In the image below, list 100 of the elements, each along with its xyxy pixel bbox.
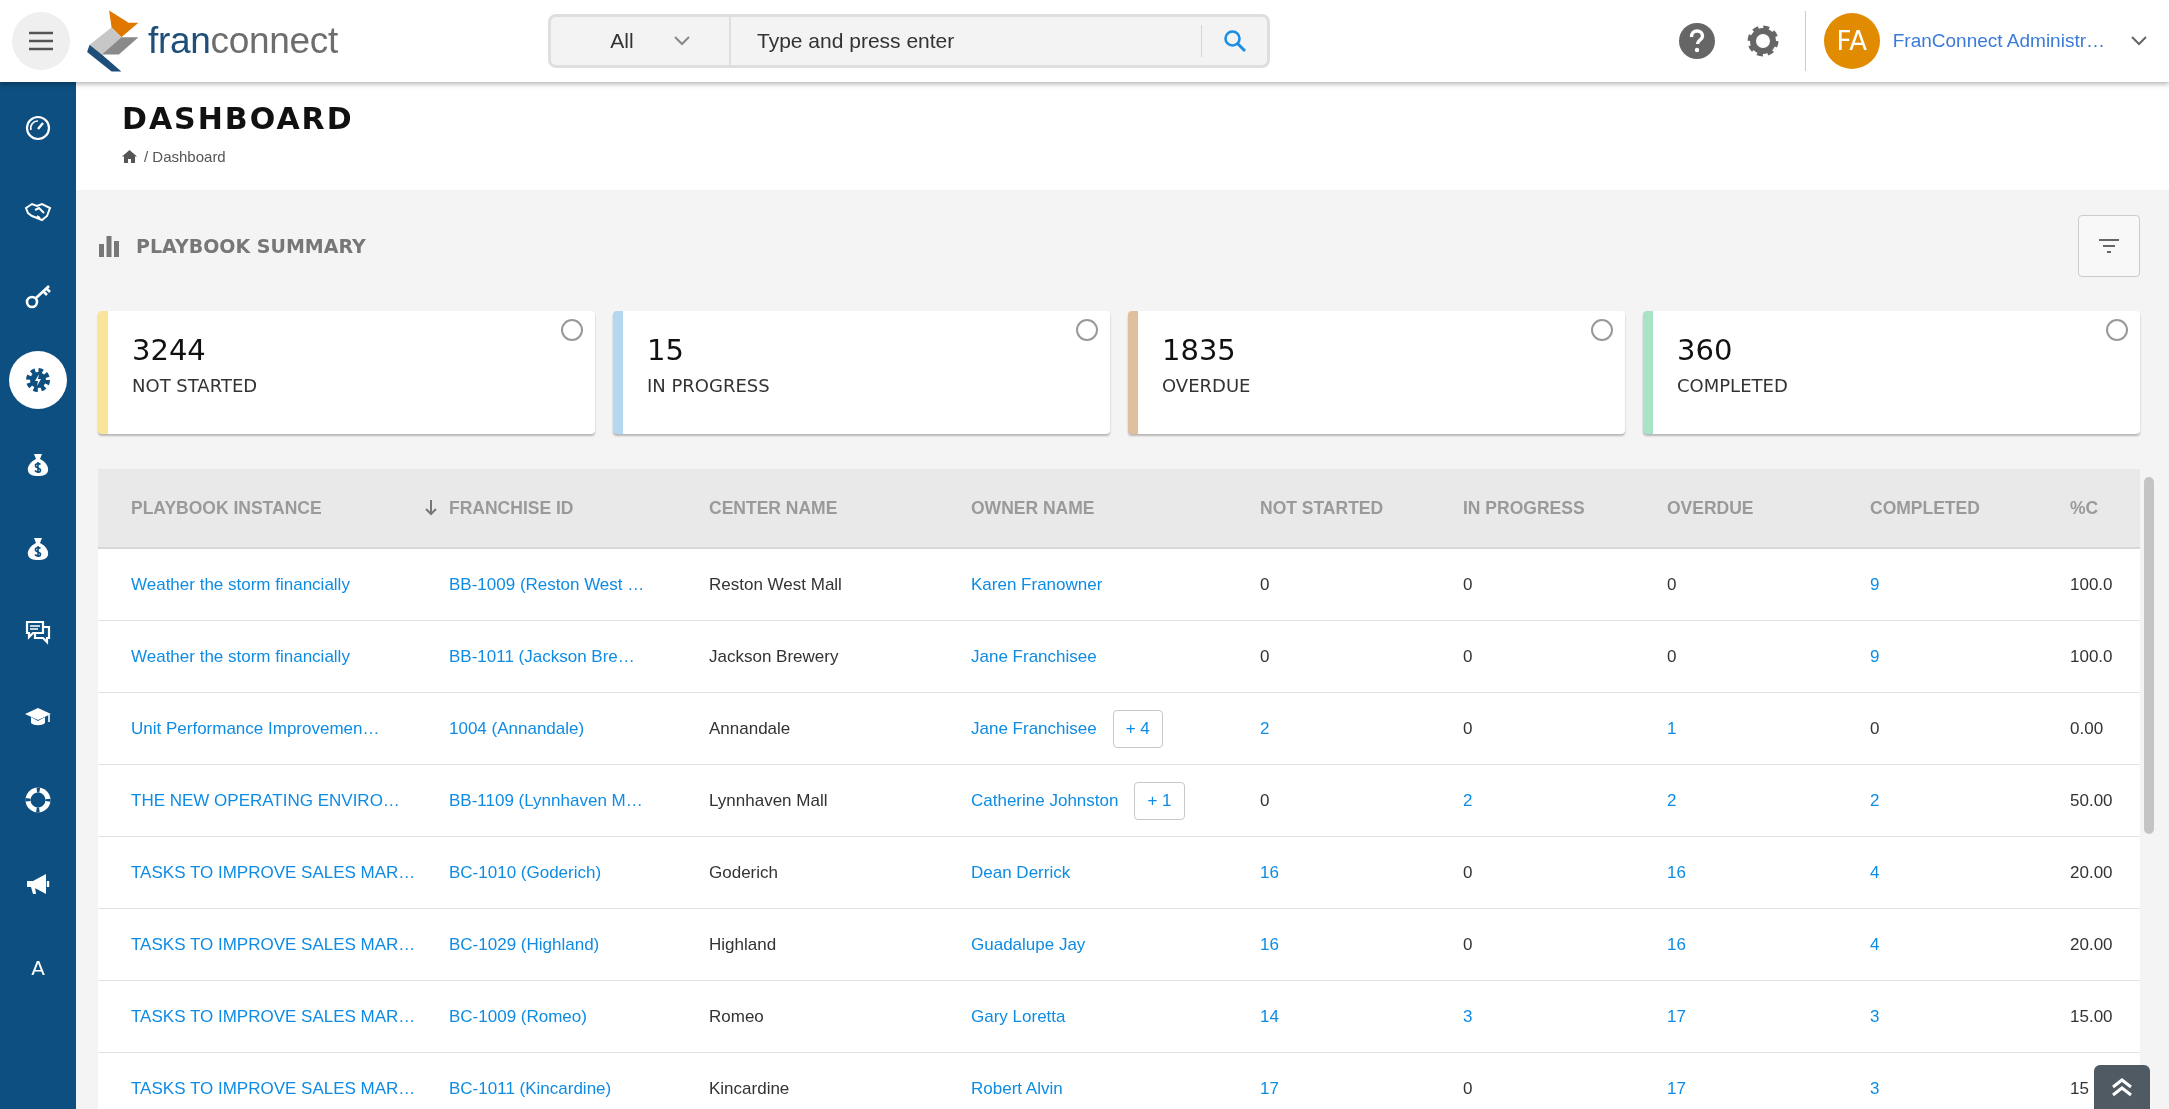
column-header[interactable]: FRANCHISE ID [449, 497, 574, 519]
count-link[interactable]: 16 [1667, 934, 1686, 954]
table-cell: Kincardine [709, 1078, 790, 1098]
more-owners-button[interactable]: + 1 [1134, 781, 1185, 820]
summary-card[interactable]: 3244 NOT STARTED [98, 311, 595, 434]
owner-link[interactable]: Gary Loretta [971, 1006, 1066, 1027]
column-header[interactable]: OVERDUE [1667, 497, 1754, 519]
count-link[interactable]: 2 [1667, 790, 1677, 810]
playbook-link[interactable]: TASKS TO IMPROVE SALES MAR… [131, 1078, 416, 1098]
count-link[interactable]: 17 [1667, 1006, 1686, 1026]
table-cell: 0 [1667, 646, 1677, 666]
count-link[interactable]: 14 [1260, 1006, 1279, 1026]
table-cell: 0 [1463, 718, 1473, 738]
column-header[interactable]: COMPLETED [1870, 497, 1980, 519]
sidebar-item[interactable] [9, 351, 67, 409]
column-header[interactable]: %C [2070, 497, 2099, 519]
franchise-link[interactable]: 1004 (Annandale) [449, 718, 585, 738]
owner-link[interactable]: Dean Derrick [971, 862, 1071, 883]
key-icon [24, 282, 52, 310]
page-title: DASHBOARD [122, 101, 355, 136]
column-header[interactable]: IN PROGRESS [1463, 497, 1585, 519]
radio-button[interactable] [2106, 319, 2128, 341]
table-cell: Lynnhaven Mall [709, 790, 828, 810]
section-title: PLAYBOOK SUMMARY [136, 235, 366, 257]
playbook-link[interactable]: TASKS TO IMPROVE SALES MAR… [131, 934, 416, 954]
home-icon[interactable] [122, 150, 137, 163]
search-field[interactable]: All Type and press enter [548, 14, 1270, 68]
table-cell: 0 [1463, 574, 1473, 594]
card-count: 3244 [132, 333, 206, 367]
count-link[interactable]: 1 [1667, 718, 1677, 738]
count-link[interactable]: 2 [1260, 718, 1270, 738]
table-cell: Highland [709, 934, 777, 954]
franchise-link[interactable]: BC-1029 (Highland) [449, 934, 600, 954]
scrollbar[interactable] [2144, 477, 2154, 834]
lifebuoy-icon [24, 786, 52, 814]
gear-icon [24, 366, 52, 394]
franchise-link[interactable]: BC-1011 (Kincardine) [449, 1078, 612, 1098]
owner-link[interactable]: Robert Alvin [971, 1078, 1063, 1099]
owner-link[interactable]: Jane Franchisee [971, 718, 1097, 739]
table-cell: Reston West Mall [709, 574, 842, 594]
user-avatar[interactable]: FA [1823, 13, 1880, 69]
count-link[interactable]: 9 [1870, 574, 1880, 594]
count-link[interactable]: 3 [1870, 1078, 1880, 1098]
count-link[interactable]: 16 [1667, 862, 1686, 882]
table-cell: 20.00 [2070, 862, 2113, 882]
count-link[interactable]: 2 [1463, 790, 1473, 810]
table-cell: Jackson Brewery [709, 646, 839, 666]
playbook-link[interactable]: TASKS TO IMPROVE SALES MAR… [131, 862, 416, 882]
count-link[interactable]: 16 [1260, 862, 1279, 882]
logo-text: franconnect [148, 20, 339, 62]
more-owners-button[interactable]: + 4 [1112, 709, 1163, 748]
count-link[interactable]: 3 [1870, 1006, 1880, 1026]
owner-link[interactable]: Guadalupe Jay [971, 934, 1086, 955]
count-link[interactable]: 4 [1870, 862, 1880, 882]
playbook-link[interactable]: Unit Performance Improvemen… [131, 718, 380, 738]
owner-link[interactable]: Jane Franchisee [971, 646, 1097, 667]
summary-card[interactable]: 1835 OVERDUE [1128, 311, 1625, 434]
radio-button[interactable] [561, 319, 583, 341]
card-count: 15 [647, 333, 684, 367]
playbook-link[interactable]: Weather the storm financially [131, 646, 350, 666]
user-name[interactable]: FranConnect Administr… [1892, 30, 2105, 52]
count-link[interactable]: 17 [1667, 1078, 1686, 1098]
column-header[interactable]: PLAYBOOK INSTANCE [131, 497, 322, 519]
summary-card[interactable]: 360 COMPLETED [1643, 311, 2140, 434]
breadcrumb-text: / Dashboard [144, 148, 226, 165]
playbook-link[interactable]: TASKS TO IMPROVE SALES MAR… [131, 1006, 416, 1026]
count-link[interactable]: 3 [1463, 1006, 1473, 1026]
count-link[interactable]: 17 [1260, 1078, 1279, 1098]
help-button[interactable] [1678, 23, 1715, 59]
table-cell: 0 [1260, 574, 1270, 594]
franchise-link[interactable]: BC-1010 (Goderich) [449, 862, 602, 882]
radio-button[interactable] [1076, 319, 1098, 341]
playbook-link[interactable]: Weather the storm financially [131, 574, 350, 594]
owner-link[interactable]: Catherine Johnston [971, 790, 1119, 811]
chat-icon [24, 618, 52, 646]
count-link[interactable]: 4 [1870, 934, 1880, 954]
owner-link[interactable]: Karen Franowner [971, 574, 1103, 595]
chevron-down-icon [673, 36, 690, 46]
radio-button[interactable] [1591, 319, 1613, 341]
table-cell: 15.00 [2070, 1006, 2113, 1026]
franchise-link[interactable]: BB-1011 (Jackson Bre… [449, 646, 635, 666]
bar-chart-icon [98, 235, 120, 257]
count-link[interactable]: 16 [1260, 934, 1279, 954]
column-header[interactable]: NOT STARTED [1260, 497, 1384, 519]
scope-dropdown[interactable]: All [551, 17, 731, 65]
playbook-link[interactable]: THE NEW OPERATING ENVIRO… [131, 790, 400, 810]
table-cell: 0 [1463, 934, 1473, 954]
scroll-top-button[interactable] [2094, 1065, 2150, 1109]
count-link[interactable]: 2 [1870, 790, 1880, 810]
column-header[interactable]: OWNER NAME [971, 497, 1095, 519]
franchise-link[interactable]: BB-1109 (Lynnhaven M… [449, 790, 643, 810]
sidebar-item[interactable]: A [9, 939, 67, 997]
franchise-link[interactable]: BC-1009 (Romeo) [449, 1006, 587, 1026]
card-label: NOT STARTED [132, 375, 258, 396]
count-link[interactable]: 9 [1870, 646, 1880, 666]
summary-card[interactable]: 15 IN PROGRESS [613, 311, 1110, 434]
double-chevron-up-icon [2111, 1077, 2133, 1097]
franchise-link[interactable]: BB-1009 (Reston West … [449, 574, 645, 594]
table-cell: 0 [1260, 790, 1270, 810]
column-header[interactable]: CENTER NAME [709, 497, 838, 519]
